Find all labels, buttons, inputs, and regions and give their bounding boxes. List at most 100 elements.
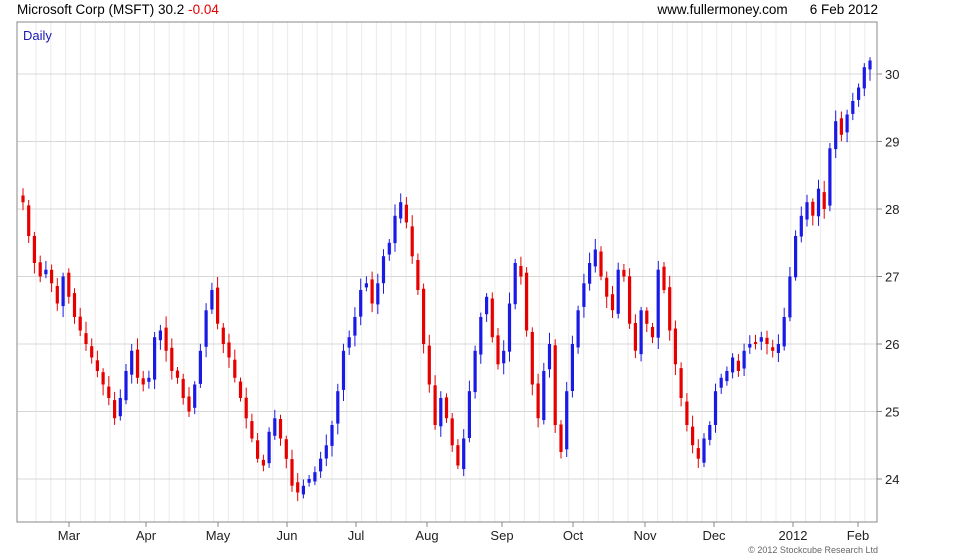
candle-body-35 <box>221 327 225 344</box>
candle-135 <box>794 230 798 281</box>
candle-body-117 <box>691 426 695 446</box>
candle-body-47 <box>290 459 294 486</box>
candle-body-53 <box>324 445 328 459</box>
x-tick-label-10: 2012 <box>779 528 808 543</box>
candle-body-63 <box>381 256 386 284</box>
candle-body-65 <box>393 215 397 244</box>
candle-body-51 <box>313 472 317 482</box>
candle-76 <box>456 439 460 470</box>
candle-23 <box>153 332 157 390</box>
candle-body-86 <box>513 263 517 305</box>
candle-126 <box>742 343 746 376</box>
x-tick-label-1: Apr <box>136 528 157 543</box>
candle-111 <box>656 260 660 349</box>
candle-body-0 <box>21 195 25 203</box>
candle-39 <box>244 387 248 429</box>
candle-body-58 <box>353 317 357 336</box>
candle-body-1 <box>27 205 31 236</box>
candle-141 <box>828 143 832 212</box>
candle-125 <box>736 354 740 377</box>
candle-body-69 <box>416 260 420 290</box>
candle-57 <box>347 330 351 355</box>
candle-30 <box>193 381 197 415</box>
candle-128 <box>753 334 758 350</box>
candle-body-75 <box>450 418 454 446</box>
candle-133 <box>782 307 786 351</box>
candle-body-12 <box>90 346 94 358</box>
candle-136 <box>799 206 803 243</box>
gridlines <box>17 22 877 522</box>
candle-body-60 <box>364 283 368 288</box>
candle-36 <box>227 333 231 368</box>
candle-body-48 <box>296 482 300 493</box>
candle-body-25 <box>164 327 168 351</box>
candle-body-99 <box>588 263 592 284</box>
candle-67 <box>404 197 408 229</box>
candle-body-22 <box>147 377 151 382</box>
candle-body-45 <box>278 419 283 439</box>
candle-32 <box>204 303 208 358</box>
candle-body-122 <box>719 377 723 388</box>
candle-1 <box>27 200 31 243</box>
y-tick-label-0: 24 <box>885 472 899 487</box>
candle-64 <box>387 239 391 261</box>
candle-129 <box>759 331 763 351</box>
candle-body-105 <box>622 269 626 277</box>
candle-body-145 <box>851 101 855 114</box>
candle-17 <box>118 389 122 421</box>
candle-47 <box>290 449 294 492</box>
candle-58 <box>353 307 357 347</box>
candle-body-148 <box>868 60 872 70</box>
candle-body-31 <box>198 350 202 384</box>
candle-99 <box>588 252 592 291</box>
x-tick-label-0: Mar <box>58 528 81 543</box>
candle-body-32 <box>204 310 208 347</box>
candle-65 <box>393 204 397 252</box>
x-tick-label-2: May <box>206 528 231 543</box>
candle-122 <box>719 373 723 394</box>
candle-body-132 <box>776 344 780 353</box>
candle-43 <box>267 427 271 468</box>
candle-29 <box>187 387 191 417</box>
candle-body-102 <box>605 277 609 297</box>
candle-123 <box>725 366 729 386</box>
candle-body-49 <box>301 485 305 495</box>
x-axis: Mar Apr May Jun Jul Aug Sep Oct Nov Dec 2012 Feb <box>58 522 869 543</box>
candle-92 <box>547 332 552 378</box>
candle-146 <box>857 83 861 107</box>
candle-body-87 <box>519 266 523 277</box>
candle-42 <box>261 454 265 472</box>
candle-body-146 <box>857 87 861 100</box>
candle-78 <box>467 380 471 443</box>
candle-body-113 <box>668 287 672 331</box>
candle-body-68 <box>410 226 414 257</box>
candle-130 <box>765 330 769 355</box>
x-tick-label-9: Dec <box>702 528 726 543</box>
candle-body-39 <box>244 397 248 419</box>
candle-138 <box>811 198 815 226</box>
candle-56 <box>341 343 346 401</box>
candle-19 <box>130 344 134 384</box>
candle-body-43 <box>267 431 271 464</box>
candle-3 <box>38 255 42 283</box>
candle-101 <box>599 246 603 281</box>
candle-body-89 <box>530 332 534 385</box>
candle-55 <box>336 383 340 435</box>
candle-body-93 <box>553 345 557 425</box>
copyright-note: © 2012 Stockcube Research Ltd <box>748 545 878 555</box>
candle-89 <box>530 327 534 396</box>
candle-body-100 <box>593 249 597 267</box>
candle-body-147 <box>862 67 866 89</box>
candle-body-55 <box>336 391 340 424</box>
candle-93 <box>553 339 557 433</box>
candle-body-61 <box>370 279 374 304</box>
candle-body-139 <box>816 188 821 217</box>
candle-body-15 <box>107 386 111 398</box>
x-tick-label-6: Sep <box>490 528 513 543</box>
candle-10 <box>78 307 82 337</box>
y-tick-label-1: 25 <box>885 405 899 420</box>
candle-body-7 <box>61 276 65 307</box>
candle-9 <box>72 288 77 324</box>
candle-107 <box>633 314 637 359</box>
candle-51 <box>313 466 317 486</box>
